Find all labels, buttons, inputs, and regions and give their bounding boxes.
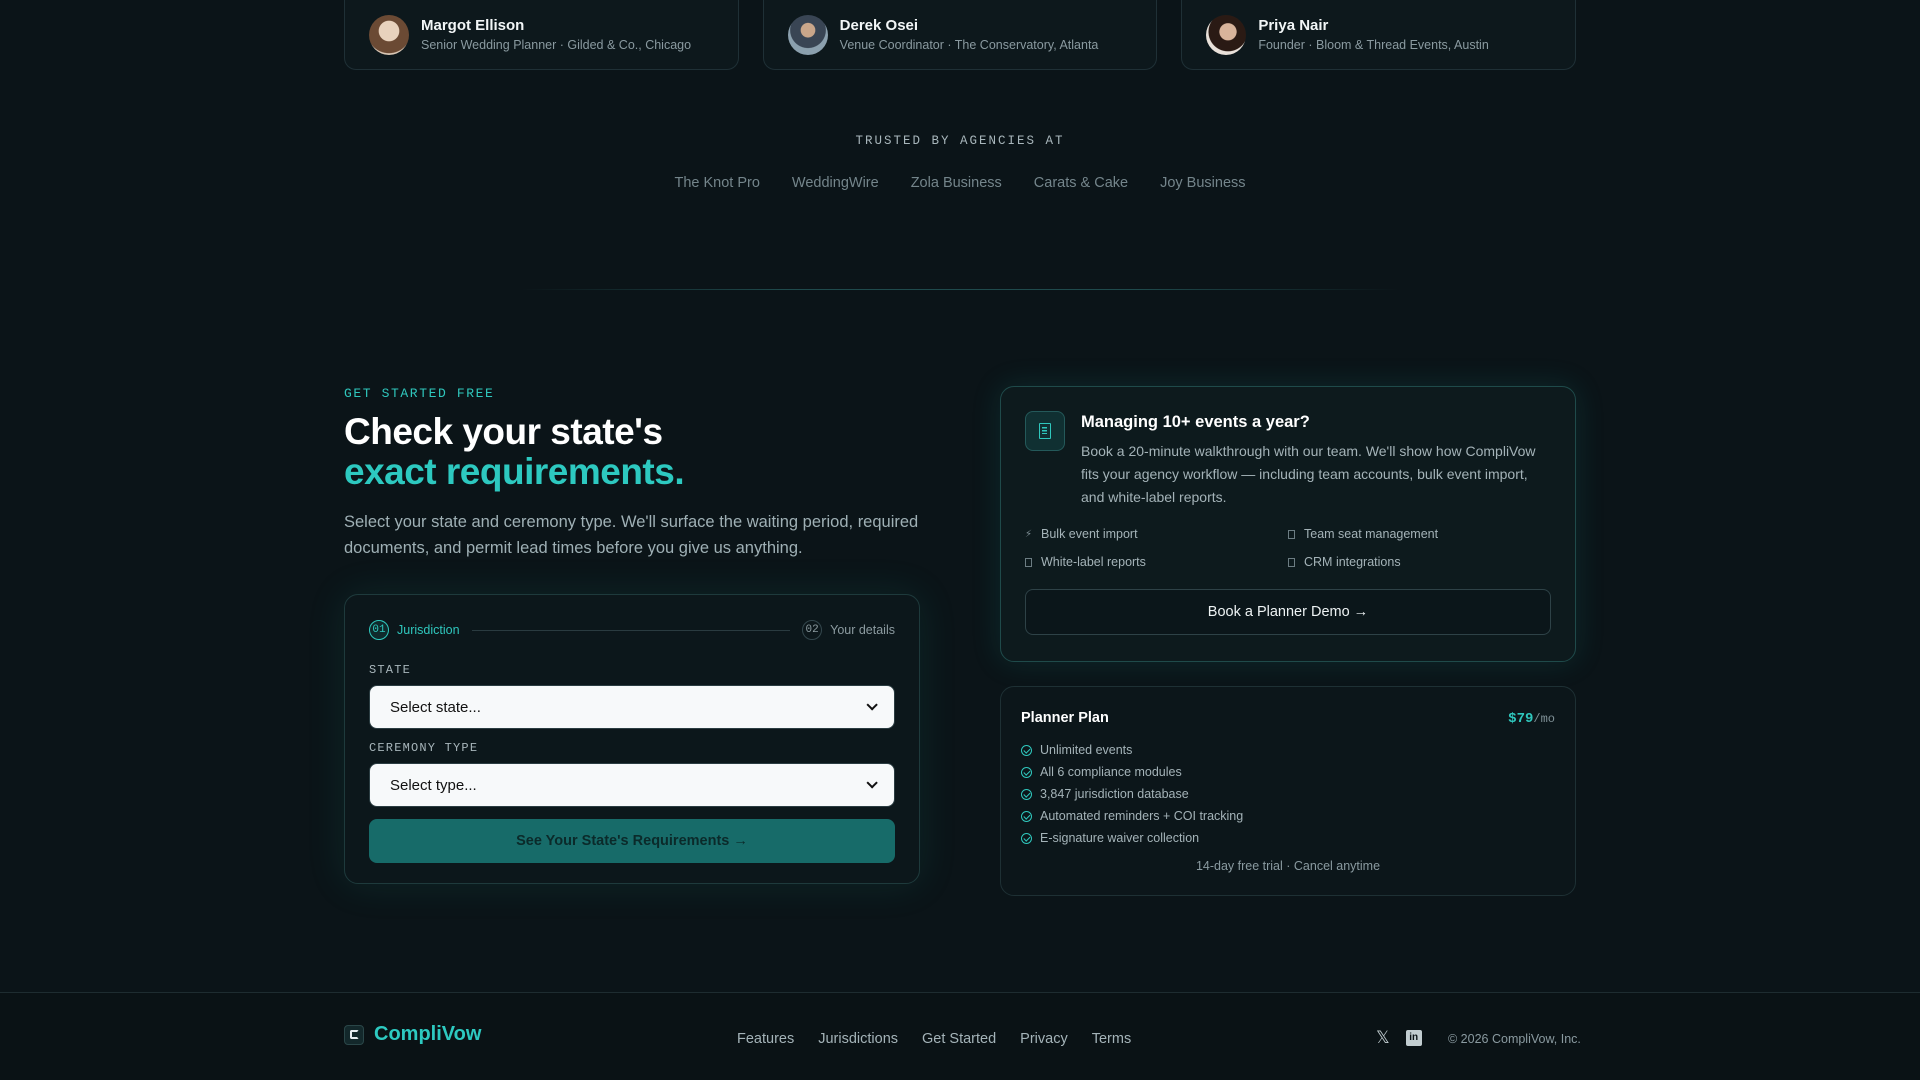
section-divider: [520, 289, 1400, 290]
plan-item-label: Unlimited events: [1040, 743, 1133, 757]
footer-link-privacy[interactable]: Privacy: [1020, 1031, 1068, 1047]
demo-title: Managing 10+ events a year?: [1081, 413, 1310, 431]
partner-logo: Joy Business: [1160, 175, 1246, 191]
testimonial-name: Margot Ellison: [421, 17, 525, 34]
plan-price-wrap: $79/mo: [1508, 709, 1555, 727]
section-lead: Select your state and ceremony type. We'…: [344, 513, 919, 557]
feature-item: CRM integrations: [1288, 553, 1551, 571]
headline-line: Check your state's: [344, 411, 663, 452]
footer-brand[interactable]: CompliVow: [344, 1023, 481, 1046]
report-icon: [1025, 557, 1032, 567]
state-select-value: Select state...: [390, 698, 481, 716]
testimonial-role: Founder · Bloom & Thread Events, Austin: [1258, 38, 1489, 52]
plan-features: Unlimited events All 6 compliance module…: [1021, 739, 1555, 849]
integration-icon: [1288, 557, 1295, 567]
ceremony-type-select-value: Select type...: [390, 776, 477, 794]
ceremony-type-select[interactable]: Select type...: [369, 763, 895, 807]
list-item: All 6 compliance modules: [1021, 761, 1555, 783]
planner-plan-card: Planner Plan $79/mo Unlimited events All…: [1000, 686, 1576, 896]
partner-logo: The Knot Pro: [674, 175, 760, 191]
demo-features: ⚡ Bulk event import Team seat management…: [1025, 525, 1551, 571]
check-circle-icon: [1021, 766, 1032, 778]
plan-item-label: E-signature waiver collection: [1040, 831, 1200, 845]
step-number: 02: [802, 620, 823, 640]
book-demo-button[interactable]: Book a Planner Demo →: [1025, 589, 1551, 635]
footer-link-features[interactable]: Features: [737, 1031, 794, 1047]
feature-item: Team seat management: [1288, 525, 1551, 543]
testimonial-card: Derek Osei Venue Coordinator · The Conse…: [762, 0, 1158, 70]
testimonial-name: Priya Nair: [1258, 17, 1329, 34]
partner-logo: Carats & Cake: [1033, 175, 1129, 191]
plan-footnote: 14-day free trial · Cancel anytime: [1195, 859, 1381, 873]
step-number: 01: [369, 620, 389, 640]
requirements-form: 01 Jurisdiction 02 Your details STATE Se…: [344, 594, 920, 884]
site-footer: CompliVow Features Jurisdictions Get Sta…: [0, 992, 1920, 1080]
social-links: 𝕏 in: [1376, 1029, 1422, 1046]
step-label: Jurisdiction: [397, 623, 460, 637]
partner-logo: WeddingWire: [791, 175, 879, 191]
check-circle-icon: [1021, 788, 1032, 800]
list-item: Unlimited events: [1021, 739, 1555, 761]
state-label: STATE: [369, 663, 412, 677]
linkedin-icon[interactable]: in: [1405, 1029, 1422, 1046]
list-item: Automated reminders + COI tracking: [1021, 805, 1555, 827]
feature-item: White-label reports: [1025, 553, 1288, 571]
list-item: E-signature waiver collection: [1021, 827, 1555, 849]
plan-item-label: 3,847 jurisdiction database: [1040, 787, 1189, 801]
feature-label: White-label reports: [1041, 555, 1146, 569]
copyright: © 2026 CompliVow, Inc.: [1448, 1032, 1581, 1046]
chevron-down-icon: [866, 777, 878, 789]
feature-label: CRM integrations: [1304, 555, 1401, 569]
avatar: [1206, 14, 1247, 55]
avatar: [787, 14, 828, 55]
plan-title: Planner Plan: [1021, 710, 1109, 726]
section-headline: Check your state's exact requirements.: [344, 411, 685, 492]
plan-item-label: Automated reminders + COI tracking: [1040, 809, 1244, 823]
planner-demo-card: Managing 10+ events a year? Book a 20-mi…: [1000, 386, 1576, 662]
plan-price: $79: [1508, 711, 1534, 727]
x-twitter-icon[interactable]: 𝕏: [1376, 1029, 1390, 1046]
demo-header: Managing 10+ events a year? Book a 20-mi…: [1025, 411, 1551, 509]
chevron-down-icon: [866, 699, 878, 711]
testimonial-role: Venue Coordinator · The Conservatory, At…: [839, 38, 1099, 52]
check-circle-icon: [1021, 810, 1032, 822]
feature-label: Bulk event import: [1041, 527, 1138, 541]
partner-logo: Zola Business: [910, 175, 1002, 191]
footer-link-get-started[interactable]: Get Started: [922, 1031, 996, 1047]
plan-header: Planner Plan $79/mo: [1021, 709, 1555, 727]
check-circle-icon: [1021, 832, 1032, 844]
avatar: [369, 14, 409, 55]
state-select[interactable]: Select state...: [369, 685, 895, 729]
step-connector: [471, 629, 791, 631]
plan-item-label: All 6 compliance modules: [1040, 765, 1182, 779]
testimonial-card: Priya Nair Founder · Bloom & Thread Even…: [1181, 0, 1577, 70]
footer-nav: Features Jurisdictions Get Started Priva…: [737, 1031, 1131, 1047]
step-label: Your details: [830, 623, 895, 637]
testimonials-row: Margot Ellison Senior Wedding Planner · …: [344, 0, 1577, 70]
section-eyebrow: GET STARTED FREE: [344, 386, 495, 401]
plan-period: /mo: [1533, 712, 1555, 726]
building-icon: [1025, 411, 1065, 451]
ceremony-type-label: CEREMONY TYPE: [369, 741, 479, 755]
demo-description: Book a 20-minute walkthrough with our te…: [1081, 443, 1536, 505]
team-icon: [1288, 529, 1295, 539]
feature-item: ⚡ Bulk event import: [1025, 525, 1288, 543]
testimonial-name: Derek Osei: [839, 17, 919, 34]
lightning-icon: ⚡: [1025, 529, 1033, 540]
check-circle-icon: [1021, 744, 1032, 756]
trusted-label: TRUSTED BY AGENCIES AT: [855, 134, 1065, 148]
feature-label: Team seat management: [1304, 527, 1439, 541]
see-requirements-button[interactable]: See Your State's Requirements →: [369, 819, 895, 863]
brand-name: CompliVow: [374, 1023, 482, 1045]
testimonial-card: Margot Ellison Senior Wedding Planner · …: [344, 0, 739, 70]
logo-icon: [344, 1024, 364, 1045]
footer-link-terms[interactable]: Terms: [1092, 1031, 1131, 1047]
form-stepper: 01 Jurisdiction 02 Your details: [369, 619, 895, 641]
footer-link-jurisdictions[interactable]: Jurisdictions: [818, 1031, 898, 1047]
testimonial-role: Senior Wedding Planner · Gilded & Co., C…: [421, 38, 692, 52]
partner-logos: The Knot Pro WeddingWire Zola Business C…: [0, 175, 1920, 191]
list-item: 3,847 jurisdiction database: [1021, 783, 1555, 805]
headline-accent: exact requirements.: [344, 451, 685, 492]
